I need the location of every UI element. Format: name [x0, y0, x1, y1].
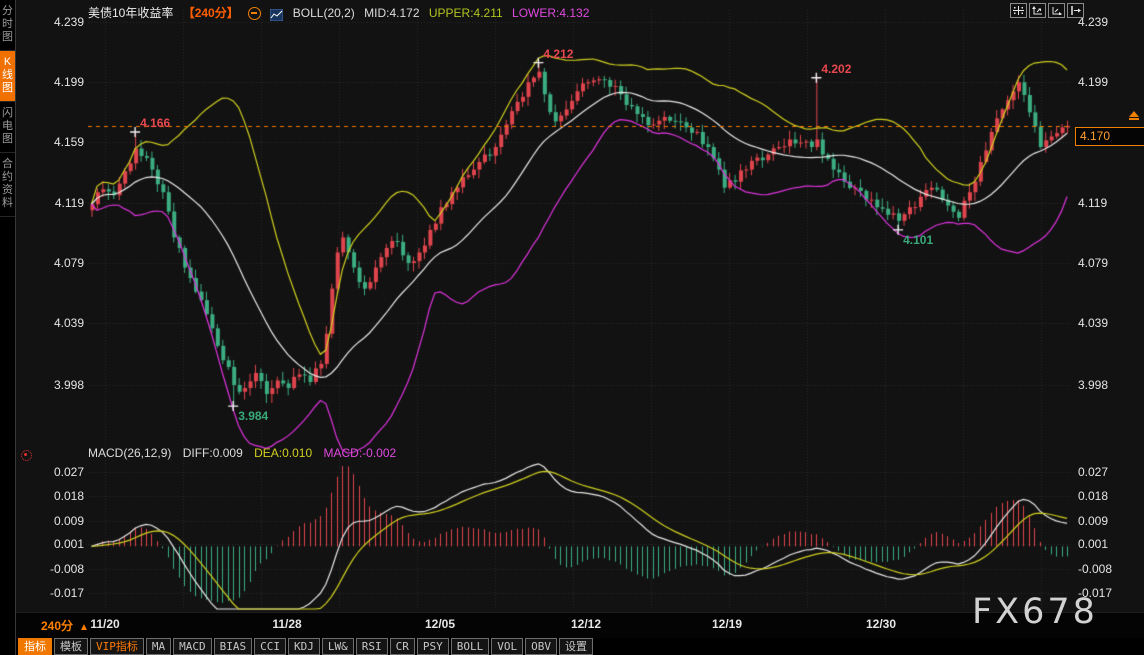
period-selector-label: 240分	[41, 619, 73, 633]
toolbar-button-10[interactable]: CR	[390, 638, 415, 655]
price-annotation-4.202: 4.202	[821, 62, 851, 76]
sidebar-tab-2[interactable]: 闪电图	[0, 102, 15, 153]
price-annotation-4.166: 4.166	[140, 116, 170, 130]
toolbar-button-6[interactable]: CCI	[254, 638, 286, 655]
toolbar-button-2[interactable]: VIP指标	[90, 638, 144, 655]
indicator-chart-icon	[270, 9, 283, 21]
macd-hist-value: MACD:-0.002	[323, 446, 396, 460]
macd-dea-value: DEA:0.010	[254, 446, 312, 460]
chart-title-bar: 美债10年收益率 【240分】 BOLL(20,2) MID:4.172 UPP…	[88, 4, 595, 20]
toolbar-button-3[interactable]: MA	[146, 638, 171, 655]
toolbar-button-12[interactable]: BOLL	[451, 638, 490, 655]
macd-settings-icon[interactable]	[21, 450, 32, 461]
chart-tool-buttons	[1010, 3, 1084, 18]
zoom-vertical-icon[interactable]	[1029, 3, 1046, 18]
sidebar-tab-3[interactable]: 合约资料	[0, 153, 15, 217]
y-axis-label-left: 4.039	[42, 316, 84, 330]
zoom-horizontal-icon[interactable]	[1048, 3, 1065, 18]
price-annotation-4.212: 4.212	[543, 47, 573, 61]
watermark: FX678	[972, 592, 1098, 632]
current-price-badge: 4.170	[1075, 127, 1144, 146]
y-axis-label-right: 4.119	[1078, 196, 1128, 210]
y-axis-label-left: 4.239	[42, 15, 84, 29]
y-axis-label-left: -0.008	[42, 562, 84, 576]
y-axis-label-left: 0.001	[42, 537, 84, 551]
macd-param-label: MACD(26,12,9)	[88, 446, 171, 460]
period-selector[interactable]: 240分 ▲	[41, 617, 89, 634]
crosshair-icon[interactable]	[1010, 3, 1027, 18]
y-axis-label-right: 3.998	[1078, 378, 1128, 392]
current-price-marker-icon	[1129, 111, 1139, 120]
sidebar-tab-1[interactable]: K线图	[0, 51, 15, 102]
toolbar-button-5[interactable]: BIAS	[214, 638, 253, 655]
macd-diff-value: DIFF:0.009	[183, 446, 243, 460]
y-axis-label-right: 4.039	[1078, 316, 1128, 330]
toolbar-button-13[interactable]: VOL	[491, 638, 523, 655]
boll-param-label: BOLL(20,2)	[293, 6, 355, 20]
y-axis-label-right: 4.239	[1078, 15, 1128, 29]
x-axis-tick: 12/12	[571, 617, 601, 631]
toolbar-button-9[interactable]: RSI	[356, 638, 388, 655]
left-tab-strip: 分时图K线图闪电图合约资料	[0, 0, 16, 655]
collapse-icon[interactable]	[248, 7, 261, 20]
y-axis-label-right: 4.079	[1078, 256, 1128, 270]
toolbar-button-7[interactable]: KDJ	[288, 638, 320, 655]
y-axis-label-left: -0.017	[42, 586, 84, 600]
y-axis-label-right: 0.027	[1078, 465, 1128, 479]
boll-mid-value: MID:4.172	[364, 6, 419, 20]
toolbar-button-0[interactable]: 指标	[18, 638, 52, 655]
y-axis-label-right: 0.001	[1078, 537, 1128, 551]
boll-upper-value: UPPER:4.211	[429, 6, 503, 20]
instrument-title: 美债10年收益率	[88, 6, 173, 20]
price-annotation-4.101: 4.101	[903, 233, 933, 247]
x-axis-tick: 12/30	[866, 617, 896, 631]
pan-right-icon[interactable]	[1067, 3, 1084, 18]
toolbar-button-14[interactable]: OBV	[525, 638, 557, 655]
y-axis-label-left: 3.998	[42, 378, 84, 392]
sidebar-tab-0[interactable]: 分时图	[0, 0, 15, 51]
y-axis-label-left: 0.009	[42, 514, 84, 528]
x-axis-tick: 12/05	[425, 617, 455, 631]
trading-app-window: 分时图K线图闪电图合约资料 美债10年收益率 【240分】 BOLL(20,2)…	[0, 0, 1144, 655]
y-axis-label-left: 4.199	[42, 75, 84, 89]
y-axis-label-right: 4.199	[1078, 75, 1128, 89]
y-axis-label-left: 4.159	[42, 135, 84, 149]
y-axis-label-right: 0.018	[1078, 489, 1128, 503]
boll-lower-value: LOWER:4.132	[512, 6, 589, 20]
toolbar-button-1[interactable]: 模板	[54, 638, 88, 655]
x-axis-tick: 11/28	[272, 617, 301, 631]
y-axis-label-left: 0.027	[42, 465, 84, 479]
toolbar-button-4[interactable]: MACD	[173, 638, 212, 655]
indicator-toolbar: 指标模板VIP指标MAMACDBIASCCIKDJLW&RSICRPSYBOLL…	[16, 638, 1144, 655]
x-axis-tick: 12/19	[712, 617, 742, 631]
period-label: 【240分】	[183, 6, 239, 20]
y-axis-label-right: 0.009	[1078, 514, 1128, 528]
chart-canvas[interactable]	[88, 0, 1072, 612]
toolbar-button-11[interactable]: PSY	[417, 638, 449, 655]
y-axis-label-right: -0.008	[1078, 562, 1128, 576]
x-axis-tick: 11/20	[90, 617, 119, 631]
toolbar-button-8[interactable]: LW&	[322, 638, 354, 655]
macd-header: MACD(26,12,9) DIFF:0.009 DEA:0.010 MACD:…	[88, 446, 404, 460]
y-axis-label-left: 0.018	[42, 489, 84, 503]
toolbar-button-15[interactable]: 设置	[559, 638, 593, 655]
price-annotation-3.984: 3.984	[238, 409, 268, 423]
y-axis-label-left: 4.079	[42, 256, 84, 270]
y-axis-label-left: 4.119	[42, 196, 84, 210]
chevron-up-icon: ▲	[79, 622, 89, 633]
